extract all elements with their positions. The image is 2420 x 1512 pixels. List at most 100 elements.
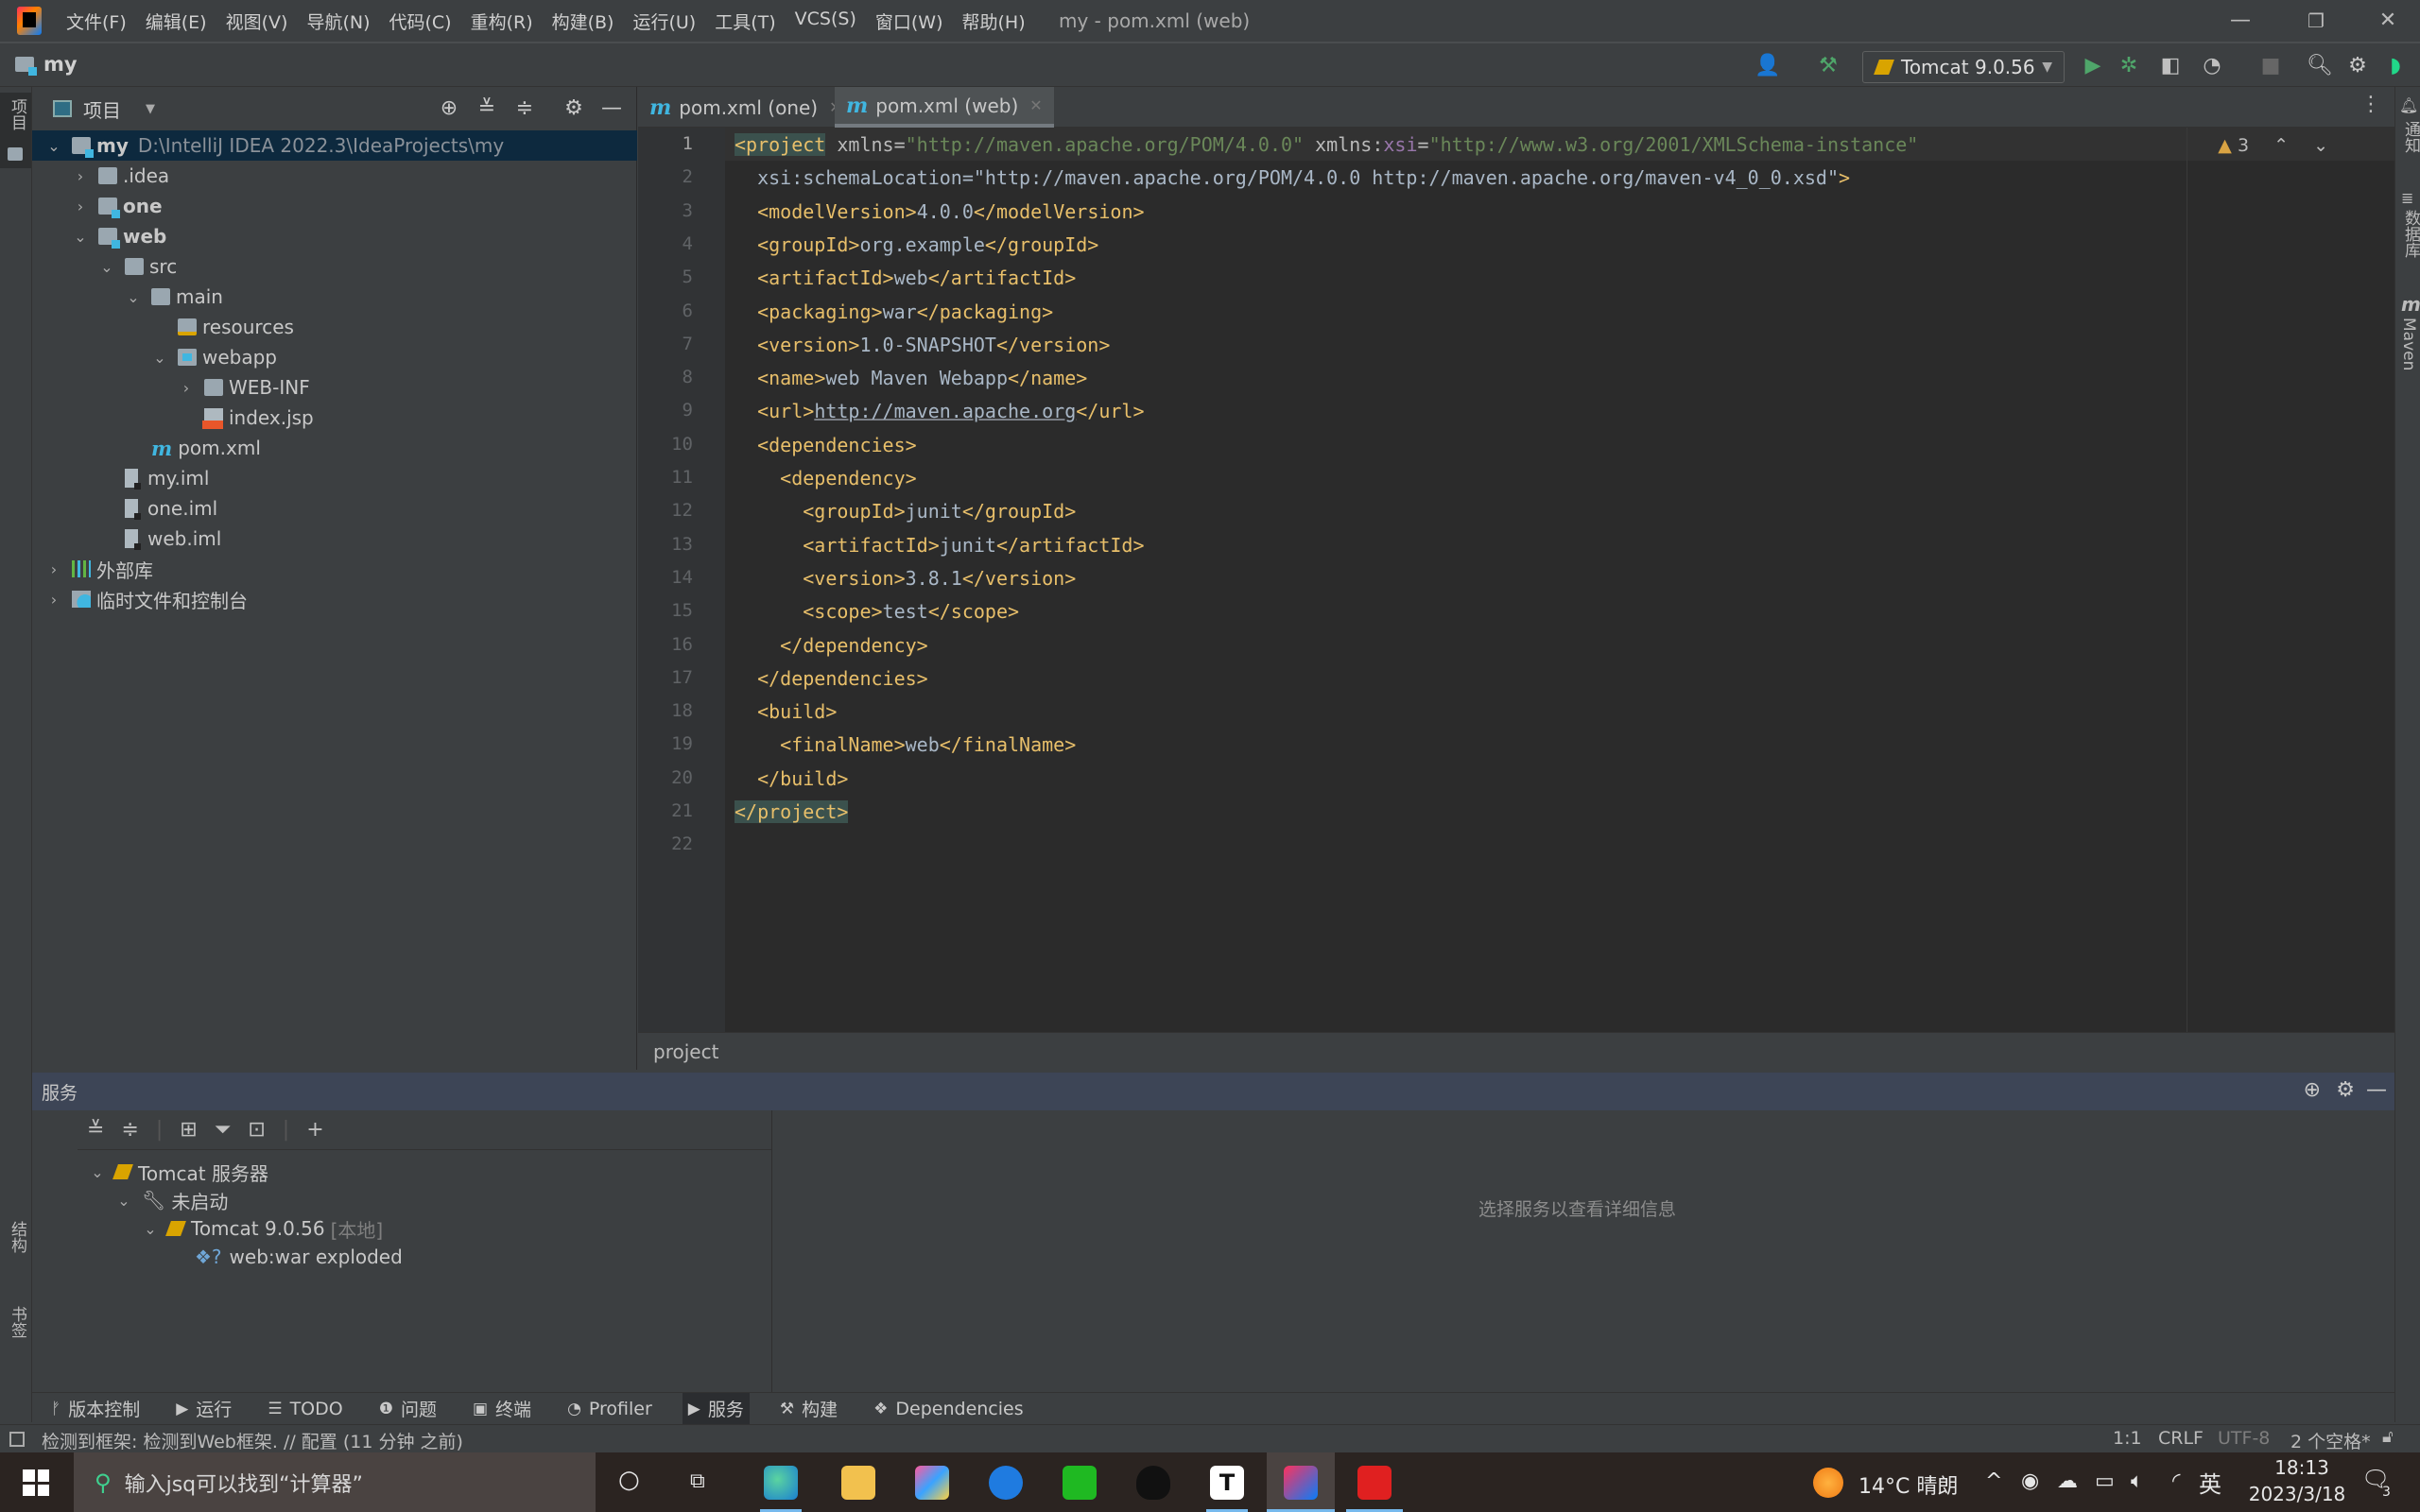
code-line[interactable]: </project> <box>735 800 849 823</box>
code-line[interactable]: <packaging>war</packaging> <box>735 301 1053 323</box>
add-service-icon[interactable]: + <box>306 1118 323 1142</box>
tree-item[interactable]: ⌄ main <box>32 282 223 312</box>
menu-item[interactable]: 视图(V) <box>226 9 288 34</box>
tree-item[interactable]: › WEB-INF <box>32 372 310 403</box>
collapse-all-icon[interactable]: ≑ <box>510 94 539 123</box>
close-button[interactable]: ✕ <box>2369 6 2407 36</box>
expand-all-icon[interactable]: ≚ <box>87 1118 104 1142</box>
chevron-down-icon[interactable]: ⌄ <box>115 1192 132 1210</box>
menu-item[interactable]: 构建(B) <box>552 9 614 34</box>
tool-window-build[interactable]: ⚒ 构建 <box>774 1393 843 1425</box>
indent-setting[interactable]: 2 个空格* <box>2290 1428 2371 1453</box>
tool-window-profiler[interactable]: ◔ Profiler <box>562 1393 658 1425</box>
database-tool-label[interactable]: 数据库 <box>2399 210 2420 258</box>
user-icon[interactable]: 👤 <box>1754 53 1781 79</box>
code-line[interactable]: <version>3.8.1</version> <box>735 567 1076 590</box>
chevron-right-icon[interactable]: › <box>72 198 89 215</box>
collapse-all-icon[interactable]: ≑ <box>121 1118 138 1142</box>
code-with-me-icon[interactable]: ◗ <box>2382 53 2409 79</box>
service-tree-item[interactable]: ⌄ Tomcat 9.0.56 [本地] <box>142 1214 383 1243</box>
bookmarks-tool-tab[interactable]: 书签 <box>0 1306 31 1391</box>
code-editor[interactable]: 1 2 3 4 5 6 7 8 9 10 11 12 13 14 15 16 17 18 19 20 21 22 <pro… <box>638 128 2394 1032</box>
tool-window-services[interactable]: ▶ 服务 <box>682 1392 750 1425</box>
expand-all-icon[interactable]: ≚ <box>473 94 501 123</box>
menu-item[interactable]: 帮助(H) <box>962 9 1026 34</box>
wifi-icon[interactable]: ◜ <box>2172 1469 2181 1493</box>
code-line[interactable]: <groupId>junit</groupId> <box>735 500 1076 523</box>
wechat-icon[interactable] <box>1063 1466 1097 1500</box>
code-line[interactable]: xsi:schemaLocation="http://maven.apache.… <box>735 166 1850 189</box>
tool-window-vcs[interactable]: ᚠ 版本控制 <box>45 1393 146 1425</box>
chevron-down-icon[interactable]: ⌄ <box>45 137 62 155</box>
chevron-right-icon[interactable]: › <box>45 591 62 609</box>
minimize-button[interactable]: — <box>2221 6 2259 36</box>
lock-icon[interactable]: 🔓︎ <box>2382 1427 2394 1447</box>
tab-pom-web[interactable]: m pom.xml (web) ✕ <box>835 87 1054 128</box>
code-line[interactable]: <scope>test</scope> <box>735 600 1019 623</box>
menu-item[interactable]: 代码(C) <box>389 9 451 34</box>
code-line[interactable]: <modelVersion>4.0.0</modelVersion> <box>735 200 1144 223</box>
caret-position[interactable]: 1:1 <box>2113 1428 2142 1449</box>
task-view-icon[interactable]: ⧉ <box>690 1469 705 1493</box>
inspection-widget[interactable]: ▲ 3 ⌃ ⌄ <box>2218 135 2328 156</box>
typora-icon[interactable]: T <box>1210 1466 1244 1500</box>
code-line[interactable]: <url>http://maven.apache.org</url> <box>735 400 1144 422</box>
intellij-taskbar-item[interactable] <box>1267 1452 1335 1512</box>
code-line[interactable]: </dependencies> <box>735 667 928 690</box>
code-line[interactable]: <dependency> <box>735 467 917 490</box>
code-line[interactable]: <artifactId>junit</artifactId> <box>735 534 1144 557</box>
cortana-icon[interactable]: ○ <box>618 1466 640 1494</box>
menu-item[interactable]: 文件(F) <box>66 9 127 34</box>
restore-button[interactable]: ❐ <box>2297 6 2335 36</box>
tool-window-run[interactable]: ▶ 运行 <box>170 1393 237 1425</box>
tree-item[interactable]: m pom.xml <box>32 433 261 463</box>
volume-icon[interactable]: 🔈︎ <box>2131 1469 2143 1493</box>
code-line[interactable]: <groupId>org.example</groupId> <box>735 233 1098 256</box>
menu-item[interactable]: 编辑(E) <box>146 9 207 34</box>
notifications-bell-icon[interactable]: 🔔︎ <box>2399 96 2418 114</box>
new-tab-icon[interactable]: ⊡ <box>248 1118 265 1142</box>
chevron-right-icon[interactable]: › <box>72 167 89 185</box>
windows-start-icon[interactable] <box>23 1469 49 1496</box>
hide-icon[interactable]: — <box>2366 1078 2387 1102</box>
code-line[interactable]: <dependencies> <box>735 434 917 456</box>
service-tree-item[interactable]: ⌄ Tomcat 服务器 <box>89 1158 268 1186</box>
tree-item[interactable]: › 外部库 <box>32 554 153 584</box>
project-tool-tab[interactable]: 项目 <box>0 93 31 168</box>
service-tree-item[interactable]: ❖? web:war exploded <box>168 1243 403 1271</box>
chevron-down-icon[interactable]: ⌄ <box>125 288 142 306</box>
structure-tool-tab[interactable]: 结构 <box>0 1221 31 1306</box>
tool-window-terminal[interactable]: ▣ 终端 <box>467 1393 537 1425</box>
code-line[interactable]: <build> <box>735 700 837 723</box>
locate-icon[interactable]: ⊕ <box>435 94 463 123</box>
chevron-right-icon[interactable]: › <box>45 560 62 578</box>
clock-time[interactable]: 18:13 <box>2259 1456 2344 1479</box>
group-by-icon[interactable]: ⊞ <box>180 1118 197 1142</box>
toggle-tool-windows-icon[interactable] <box>9 1432 25 1447</box>
battery-icon[interactable]: ▭ <box>2095 1469 2115 1493</box>
more-tabs-icon[interactable]: ⋮ <box>2360 93 2381 116</box>
filter-icon[interactable]: ⏷ <box>215 1118 232 1142</box>
breadcrumb-item[interactable]: project <box>653 1040 718 1063</box>
input-method[interactable]: 英 <box>2199 1466 2221 1499</box>
tree-item[interactable]: index.jsp <box>32 403 314 433</box>
menu-item[interactable]: 重构(R) <box>471 9 533 34</box>
search-icon[interactable]: 🔍︎ <box>2307 53 2333 79</box>
hide-icon[interactable]: — <box>597 94 626 123</box>
menu-item[interactable]: 运行(U) <box>632 9 696 34</box>
project-view-title[interactable]: 项目 <box>83 95 121 123</box>
build-hammer-icon[interactable]: ⚒ <box>1815 53 1841 79</box>
code-line[interactable]: <artifactId>web</artifactId> <box>735 266 1076 289</box>
maven-tool-label[interactable]: Maven <box>2399 318 2418 370</box>
service-tree-item[interactable]: ⌄ 🔧︎ 未启动 <box>115 1186 228 1214</box>
next-highlight-icon[interactable]: ⌄ <box>2313 135 2328 156</box>
tool-window-problems[interactable]: ❶ 问题 <box>373 1393 442 1425</box>
netease-music-icon[interactable] <box>1357 1466 1392 1500</box>
menu-item[interactable]: 窗口(W) <box>875 9 943 34</box>
tree-item[interactable]: ⌄ web <box>32 221 166 251</box>
file-encoding[interactable]: UTF-8 <box>2218 1428 2270 1449</box>
chevron-down-icon[interactable]: ⌄ <box>98 258 115 276</box>
tab-pom-one[interactable]: m pom.xml (one) ✕ <box>638 87 854 128</box>
clock-date[interactable]: 2023/3/18 <box>2240 1483 2354 1505</box>
previous-highlight-icon[interactable]: ⌃ <box>2273 135 2289 156</box>
